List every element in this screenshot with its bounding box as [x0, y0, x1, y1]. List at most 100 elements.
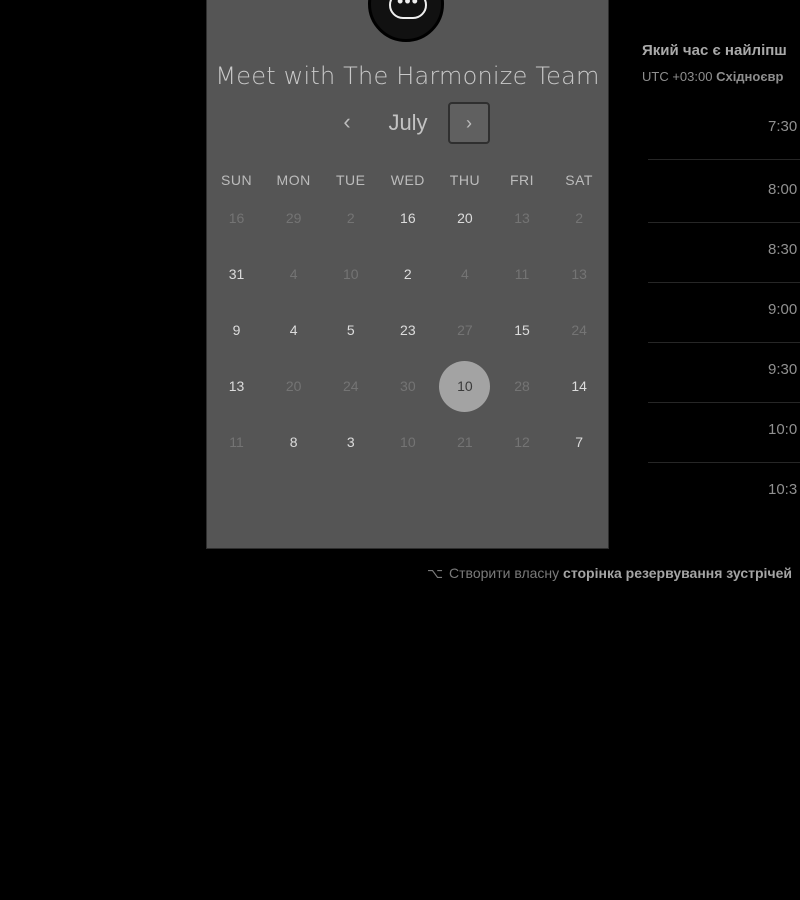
calendar-day[interactable]: 20: [436, 190, 493, 246]
calendar-day: 4: [265, 246, 322, 302]
calendar-day: 16: [208, 190, 265, 246]
calendar-week-row: 13 20 24 30 10 28 14: [208, 358, 608, 414]
calendar-day-number: 4: [289, 322, 298, 338]
calendar-day[interactable]: 31: [208, 246, 265, 302]
calendar-day-number: 2: [403, 266, 412, 282]
prev-month-button[interactable]: ‹: [336, 110, 358, 134]
time-slot[interactable]: 9:30: [648, 343, 800, 403]
time-slot[interactable]: 10:3: [648, 463, 800, 523]
weekday-header: SUN MON TUE WED THU FRI SAT: [208, 172, 608, 188]
time-slot[interactable]: 7:30: [648, 100, 800, 160]
calendar-day[interactable]: 14: [551, 358, 608, 414]
weekday-label: FRI: [509, 172, 535, 188]
calendar-day: 24: [322, 358, 379, 414]
calendar-day[interactable]: 4: [265, 302, 322, 358]
time-slot[interactable]: 9:00: [648, 283, 800, 343]
calendar-day: 21: [436, 414, 493, 470]
calendar-week-row: 11 8 3 10 21 12 7: [208, 414, 608, 470]
calendar-day-number: 13: [228, 378, 245, 394]
calendar-day-number: 20: [285, 378, 302, 394]
time-slot-label: 9:30: [768, 361, 798, 378]
meeting-title: Meet with The Harmonize Team: [215, 62, 600, 90]
timezone-name: Східноєвр: [716, 69, 784, 84]
calendar-day-number: 16: [400, 210, 416, 226]
calendar-day-number: 21: [457, 434, 473, 450]
next-month-button[interactable]: ›: [448, 102, 490, 144]
calendar-day: 10: [379, 414, 436, 470]
calendar-day[interactable]: 15: [493, 302, 550, 358]
footer-text: Створити власну: [449, 565, 560, 581]
time-slot-label: 8:00: [768, 181, 798, 198]
calendar-week-row: 16 29 2 16 20 13 2: [208, 190, 608, 246]
weekday-label: WED: [390, 172, 425, 188]
calendar-day-number: 2: [575, 210, 583, 226]
time-slot-label: 7:30: [768, 118, 798, 135]
weekday-label: SAT: [565, 172, 593, 188]
calendar-day-number: 27: [457, 322, 473, 338]
calendar-day-selected[interactable]: 10: [436, 358, 493, 414]
time-slot-label: 10:0: [768, 421, 798, 438]
weekday-label: MON: [276, 172, 311, 188]
calendar-day[interactable]: 13: [208, 358, 265, 414]
calendar-day[interactable]: 16: [379, 190, 436, 246]
calendar-day-number: 30: [400, 378, 416, 394]
chat-bubble-icon: •••: [389, 0, 427, 19]
time-slot-label: 10:3: [768, 481, 798, 498]
calendar-day-number: 10: [342, 266, 359, 282]
calendar-day[interactable]: 9: [208, 302, 265, 358]
calendar-day[interactable]: 3: [322, 414, 379, 470]
hubspot-icon: ⌥: [427, 565, 444, 581]
footer-promo: ⌥ Створити власну сторінка резервування …: [427, 565, 792, 582]
calendar-day-number: 3: [346, 434, 355, 450]
calendar-day[interactable]: 5: [322, 302, 379, 358]
calendar-day[interactable]: 7: [551, 414, 608, 470]
weekday-label: SUN: [221, 172, 253, 188]
calendar-day-number: 23: [400, 322, 416, 338]
calendar-day-number: 9: [232, 322, 241, 338]
calendar-day: 29: [265, 190, 322, 246]
calendar-day-number: 11: [514, 266, 530, 282]
calendar-day: 13: [551, 246, 608, 302]
footer-link[interactable]: сторінка резервування зустрічей: [563, 565, 792, 581]
calendar-day-number: 24: [571, 322, 587, 338]
calendar-day-number: 4: [461, 266, 469, 282]
calendar-day-number: 16: [228, 210, 245, 226]
calendar-day: 2: [551, 190, 608, 246]
calendar-day[interactable]: 8: [265, 414, 322, 470]
calendar-day: 24: [551, 302, 608, 358]
calendar-day: 27: [436, 302, 493, 358]
calendar-day: 2: [322, 190, 379, 246]
calendar-day: 20: [265, 358, 322, 414]
calendar-day-number: 14: [571, 378, 587, 394]
time-slot[interactable]: 8:30: [648, 223, 800, 283]
weekday-label: THU: [449, 172, 481, 188]
time-picker-title: Який час є найліпш: [642, 42, 787, 59]
calendar-day: 30: [379, 358, 436, 414]
calendar-day: 13: [493, 190, 550, 246]
calendar-day-number: 15: [514, 322, 530, 338]
calendar-day-number: 20: [457, 210, 473, 226]
calendar-day-number: 8: [289, 434, 298, 450]
timezone-selector[interactable]: UTC +03:00 Східноєвр: [642, 69, 783, 84]
calendar-day: 10: [322, 246, 379, 302]
time-slot-label: 8:30: [768, 241, 798, 258]
calendar-day-number: 29: [285, 210, 302, 226]
calendar-day[interactable]: 23: [379, 302, 436, 358]
timezone-offset: UTC +03:00: [642, 69, 713, 84]
calendar-day-number: 5: [346, 322, 355, 338]
calendar-day: 11: [208, 414, 265, 470]
calendar-day-number: 7: [575, 434, 583, 450]
calendar-week-row: 9 4 5 23 27 15 24: [208, 302, 608, 358]
calendar-day-number: 28: [514, 378, 530, 394]
time-slot[interactable]: 10:0: [648, 403, 800, 463]
calendar-week-row: 31 4 10 2 4 11 13: [208, 246, 608, 302]
calendar-day: 4: [436, 246, 493, 302]
month-label: July: [388, 110, 428, 135]
calendar-day[interactable]: 2: [379, 246, 436, 302]
time-slot[interactable]: 8:00: [648, 163, 800, 223]
month-navigation: ‹ July ›: [206, 100, 609, 146]
weekday-label: TUE: [335, 172, 366, 188]
calendar-day-number: 12: [514, 434, 530, 450]
calendar-day-number: 24: [342, 378, 359, 394]
calendar-day-number: 13: [571, 266, 587, 282]
